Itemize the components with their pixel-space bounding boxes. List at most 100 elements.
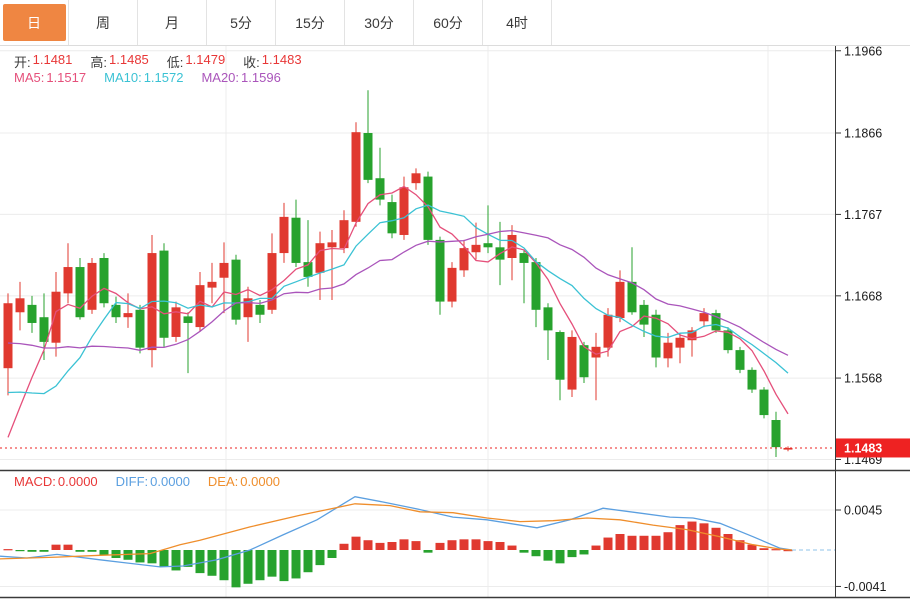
candle-body (424, 177, 433, 240)
tab-30min[interactable]: 30分 (345, 0, 414, 45)
candle-body (640, 305, 649, 325)
macd-bar (760, 548, 769, 550)
macd-bar (628, 536, 637, 550)
tab-60min[interactable]: 60分 (414, 0, 483, 45)
high-value: 1.1485 (109, 52, 149, 71)
candle-body (412, 173, 421, 183)
price-tick-label: 1.1966 (844, 44, 882, 58)
macd-bar (316, 550, 325, 565)
candle-body (748, 370, 757, 390)
candle-body (28, 305, 37, 323)
dea-value: 0.0000 (240, 474, 280, 489)
macd-bar (160, 550, 169, 567)
macd-info-row: MACD: 0.0000 DIFF: 0.0000 DEA: 0.0000 (14, 474, 280, 489)
macd-bar (580, 550, 589, 554)
macd-bar (616, 534, 625, 550)
candle-body (568, 337, 577, 390)
macd-bar (664, 532, 673, 550)
macd-bar (400, 539, 409, 550)
tab-4hour-label: 4时 (486, 4, 549, 41)
macd-bar (208, 550, 217, 576)
macd-readout: MACD: 0.0000 (14, 474, 98, 489)
period-tabbar: 日周月5分15分30分60分4时 (0, 0, 910, 46)
diff-readout: DIFF: 0.0000 (116, 474, 190, 489)
candle-body (256, 305, 265, 315)
candle-body (676, 338, 685, 348)
macd-bar (220, 550, 229, 580)
candle-body (292, 218, 301, 263)
macd-bar (544, 550, 553, 561)
candle-body (460, 248, 469, 270)
tab-day-label: 日 (3, 4, 66, 41)
candle-body (352, 132, 361, 222)
macd-bar (88, 550, 97, 552)
macd-bar (412, 541, 421, 550)
macd-bar (16, 550, 25, 551)
candle-body (316, 243, 325, 273)
diff-label: DIFF: (116, 474, 149, 489)
macd-tick-label: 0.0045 (844, 504, 882, 518)
macd-bar (592, 546, 601, 550)
macd-bar (700, 523, 709, 550)
candle-body (64, 267, 73, 293)
candle-body (700, 313, 709, 321)
low-label: 低: (167, 52, 184, 71)
tab-15min-label: 15分 (279, 4, 342, 41)
macd-bar (532, 550, 541, 556)
price-tick-label: 1.1568 (844, 372, 882, 386)
macd-label: MACD: (14, 474, 56, 489)
tab-month-label: 月 (141, 4, 204, 41)
candle-body (280, 217, 289, 253)
macd-bar (376, 543, 385, 550)
candle-body (184, 316, 193, 323)
macd-bar (280, 550, 289, 581)
macd-bar (40, 550, 49, 552)
ma20-readout: MA20: 1.1596 (201, 70, 280, 85)
chart-window: 1.19661.18661.17671.16681.15681.14690.00… (0, 0, 910, 605)
high-readout: 高: 1.1485 (90, 52, 148, 71)
dea-label: DEA: (208, 474, 238, 489)
tab-week[interactable]: 周 (69, 0, 138, 45)
macd-bar (652, 536, 661, 550)
macd-bar (724, 534, 733, 550)
candle-body (448, 268, 457, 302)
diff-value: 0.0000 (150, 474, 190, 489)
macd-bar (292, 550, 301, 578)
candle-body (556, 332, 565, 380)
tab-4hour[interactable]: 4时 (483, 0, 552, 45)
price-tick-label: 1.1866 (844, 127, 882, 141)
candle-body (328, 242, 337, 247)
candle-body (400, 187, 409, 235)
candle-body (124, 313, 133, 317)
close-readout: 收: 1.1483 (243, 52, 301, 71)
macd-bar (496, 542, 505, 550)
dea-readout: DEA: 0.0000 (208, 474, 280, 489)
candle-body (772, 420, 781, 447)
candle-body (760, 390, 769, 415)
tab-day[interactable]: 日 (0, 0, 69, 45)
ma10-value: 1.1572 (144, 70, 184, 85)
macd-bar (364, 540, 373, 550)
macd-bar (388, 542, 397, 550)
ma20-label: MA20: (201, 70, 239, 85)
chart-area[interactable]: 1.19661.18661.17671.16681.15681.14690.00… (0, 0, 910, 605)
macd-bar (352, 537, 361, 550)
ma10-line (8, 205, 788, 394)
macd-bar (604, 538, 613, 550)
tab-month[interactable]: 月 (138, 0, 207, 45)
open-label: 开: (14, 52, 31, 71)
candle-body (664, 343, 673, 359)
macd-bar (688, 522, 697, 550)
macd-bar (76, 550, 85, 552)
candle-body (604, 315, 613, 348)
candle-body (364, 133, 373, 180)
macd-bar (136, 550, 145, 562)
tab-5min-label: 5分 (210, 4, 273, 41)
tab-5min[interactable]: 5分 (207, 0, 276, 45)
close-value: 1.1483 (262, 52, 302, 71)
candle-body (580, 345, 589, 377)
candle-body (4, 303, 13, 368)
candle-body (340, 220, 349, 248)
candle-body (532, 262, 541, 310)
tab-15min[interactable]: 15分 (276, 0, 345, 45)
